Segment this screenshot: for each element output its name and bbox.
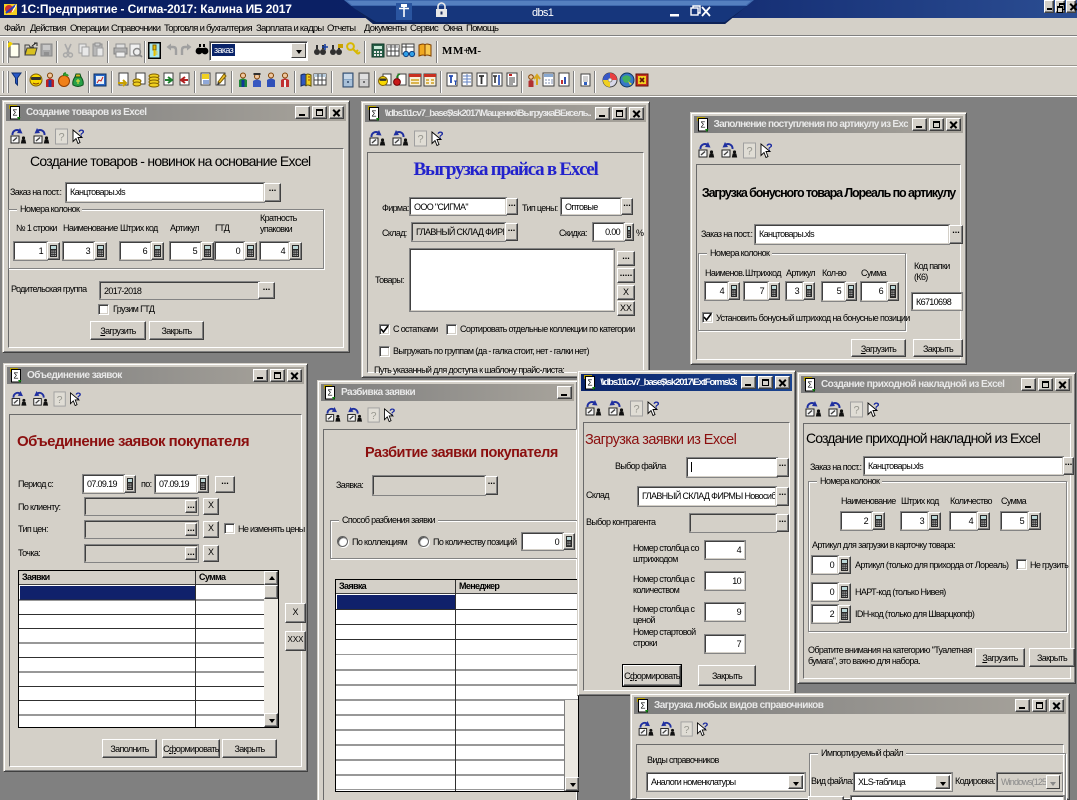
svg-text:?: ? xyxy=(78,128,84,140)
svg-text:Σ: Σ xyxy=(588,379,593,388)
svg-text:?: ? xyxy=(634,404,640,416)
svg-text:dbs1: dbs1 xyxy=(532,7,554,19)
svg-text:?: ? xyxy=(766,142,772,154)
svg-text:?: ? xyxy=(59,132,65,144)
svg-text:Σ: Σ xyxy=(13,109,18,118)
svg-text:?: ? xyxy=(371,411,377,422)
svg-text:?: ? xyxy=(75,391,81,402)
svg-text:Σ: Σ xyxy=(328,389,333,398)
svg-text:Σ: Σ xyxy=(701,121,706,130)
svg-text:?: ? xyxy=(437,130,443,142)
svg-text:Σ: Σ xyxy=(641,702,646,711)
svg-text:Σ: Σ xyxy=(808,381,813,390)
svg-text:?: ? xyxy=(389,407,395,418)
svg-text:?: ? xyxy=(418,134,424,146)
svg-text:Σ: Σ xyxy=(372,110,377,119)
svg-text:Σ: Σ xyxy=(14,372,19,381)
svg-text:?: ? xyxy=(653,400,659,412)
svg-text:?: ? xyxy=(854,405,860,417)
svg-text:?: ? xyxy=(702,721,708,732)
svg-text:?: ? xyxy=(873,401,879,413)
svg-text:?: ? xyxy=(747,146,753,158)
svg-text:?: ? xyxy=(57,395,63,406)
svg-text:?: ? xyxy=(684,725,690,736)
